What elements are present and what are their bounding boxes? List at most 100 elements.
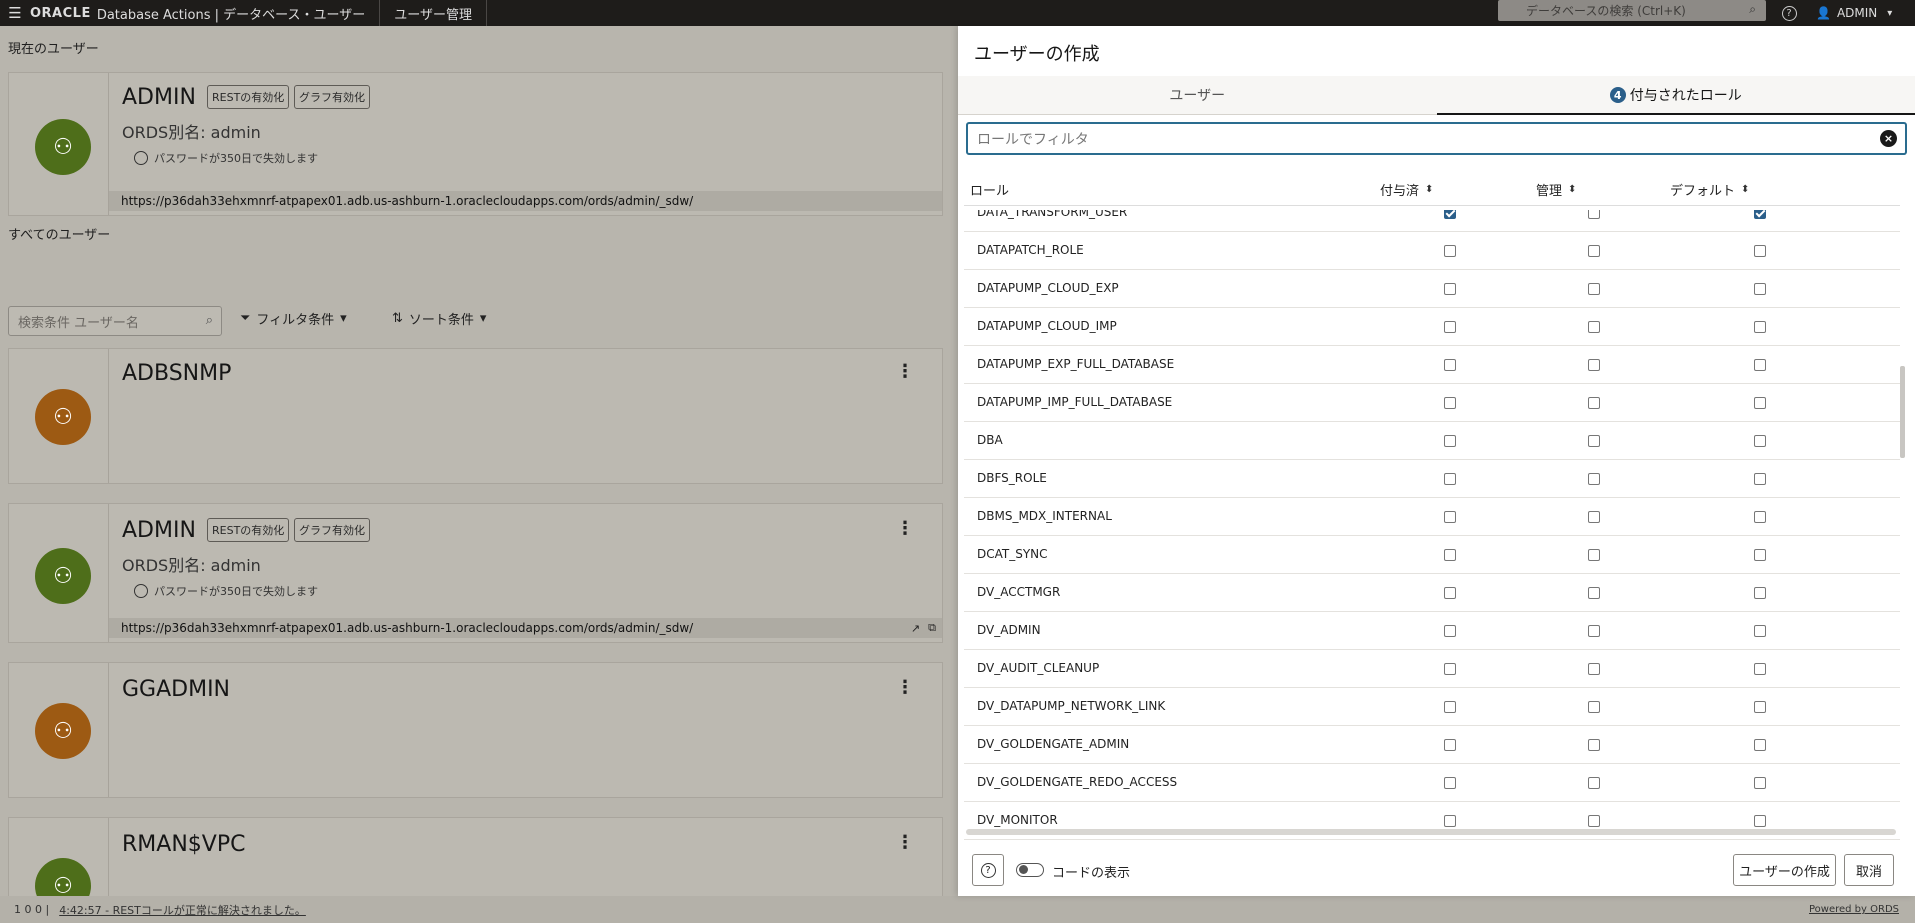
- default-checkbox[interactable]: [1754, 739, 1766, 751]
- admin-checkbox[interactable]: [1588, 397, 1600, 409]
- role-row: DV_DATAPUMP_NETWORK_LINK: [964, 688, 1900, 726]
- default-checkbox[interactable]: [1754, 777, 1766, 789]
- default-checkbox[interactable]: [1754, 435, 1766, 447]
- admin-checkbox[interactable]: [1588, 321, 1600, 333]
- granted-checkbox[interactable]: [1444, 435, 1456, 447]
- drawer-tabs: ユーザー 4 付与されたロール: [958, 76, 1915, 115]
- granted-checkbox[interactable]: [1444, 739, 1456, 751]
- horizontal-scrollbar[interactable]: [966, 829, 1896, 835]
- default-checkbox[interactable]: [1754, 321, 1766, 333]
- admin-checkbox[interactable]: [1588, 359, 1600, 371]
- global-search-input[interactable]: データベースの検索 (Ctrl+K) ⌕: [1498, 0, 1766, 21]
- granted-checkbox[interactable]: [1444, 815, 1456, 827]
- default-checkbox[interactable]: [1754, 210, 1766, 219]
- status-counts[interactable]: 1 0 0 |: [14, 903, 49, 916]
- admin-checkbox[interactable]: [1588, 663, 1600, 675]
- role-row: DBFS_ROLE: [964, 460, 1900, 498]
- brand[interactable]: ORACLE Database Actions | データベース・ユーザー: [30, 0, 365, 26]
- granted-checkbox[interactable]: [1444, 701, 1456, 713]
- admin-checkbox[interactable]: [1588, 511, 1600, 523]
- granted-checkbox[interactable]: [1444, 283, 1456, 295]
- rest-enabled-badge: RESTの有効化: [207, 85, 290, 109]
- admin-checkbox[interactable]: [1588, 283, 1600, 295]
- open-link-icon[interactable]: ↗: [911, 622, 920, 635]
- default-checkbox[interactable]: [1754, 701, 1766, 713]
- admin-checkbox[interactable]: [1588, 473, 1600, 485]
- granted-checkbox[interactable]: [1444, 245, 1456, 257]
- admin-checkbox[interactable]: [1588, 739, 1600, 751]
- graph-enabled-badge: グラフ有効化: [294, 518, 370, 542]
- default-checkbox[interactable]: [1754, 815, 1766, 827]
- powered-by-ords[interactable]: Powered by ORDS: [1809, 904, 1899, 915]
- copy-icon[interactable]: ⧉: [928, 621, 936, 635]
- help-button[interactable]: ?: [1778, 0, 1800, 26]
- vertical-scrollbar[interactable]: [1900, 366, 1905, 458]
- user-name: RMAN$VPC: [122, 832, 246, 857]
- default-checkbox[interactable]: [1754, 397, 1766, 409]
- column-role[interactable]: ロール: [970, 180, 1009, 199]
- admin-checkbox[interactable]: [1588, 210, 1600, 219]
- granted-checkbox[interactable]: [1444, 625, 1456, 637]
- tab-user[interactable]: ユーザー: [958, 76, 1437, 114]
- granted-checkbox[interactable]: [1444, 511, 1456, 523]
- page-tab-user-management[interactable]: ユーザー管理: [394, 4, 472, 23]
- granted-checkbox[interactable]: [1444, 663, 1456, 675]
- user-avatar-icon: ⚇: [35, 119, 91, 175]
- user-card[interactable]: ⚇ ADBSNMP ⋮: [8, 348, 943, 484]
- granted-checkbox[interactable]: [1444, 210, 1456, 219]
- default-checkbox[interactable]: [1754, 283, 1766, 295]
- admin-checkbox[interactable]: [1588, 701, 1600, 713]
- admin-checkbox[interactable]: [1588, 245, 1600, 257]
- more-actions-icon[interactable]: ⋮: [896, 518, 914, 539]
- role-row: DV_GOLDENGATE_REDO_ACCESS: [964, 764, 1900, 802]
- column-admin[interactable]: 管理 ⬍: [1536, 180, 1576, 199]
- sort-button[interactable]: ⇅ ソート条件 ▾: [392, 309, 486, 328]
- granted-checkbox[interactable]: [1444, 549, 1456, 561]
- role-row: DV_AUDIT_CLEANUP: [964, 650, 1900, 688]
- user-search-input[interactable]: 検索条件 ユーザー名 ⌕: [8, 306, 222, 336]
- show-code-toggle[interactable]: [1016, 863, 1044, 877]
- default-checkbox[interactable]: [1754, 663, 1766, 675]
- more-actions-icon[interactable]: ⋮: [896, 677, 914, 698]
- tab-granted-roles[interactable]: 4 付与されたロール: [1436, 76, 1915, 115]
- default-checkbox[interactable]: [1754, 511, 1766, 523]
- user-menu[interactable]: 👤 ADMIN ▾: [1816, 0, 1892, 26]
- default-checkbox[interactable]: [1754, 625, 1766, 637]
- user-card[interactable]: ⚇ RMAN$VPC ⋮: [8, 817, 943, 914]
- default-checkbox[interactable]: [1754, 587, 1766, 599]
- sort-label: ソート条件: [408, 313, 474, 328]
- column-default[interactable]: デフォルト ⬍: [1670, 180, 1749, 199]
- granted-checkbox[interactable]: [1444, 587, 1456, 599]
- granted-checkbox[interactable]: [1444, 359, 1456, 371]
- clear-icon[interactable]: ×: [1880, 130, 1897, 147]
- more-actions-icon[interactable]: ⋮: [896, 361, 914, 382]
- admin-checkbox[interactable]: [1588, 587, 1600, 599]
- role-row: DV_GOLDENGATE_ADMIN: [964, 726, 1900, 764]
- admin-checkbox[interactable]: [1588, 625, 1600, 637]
- admin-checkbox[interactable]: [1588, 549, 1600, 561]
- granted-checkbox[interactable]: [1444, 777, 1456, 789]
- default-checkbox[interactable]: [1754, 245, 1766, 257]
- role-filter-input[interactable]: ロールでフィルタ ×: [966, 122, 1907, 155]
- granted-checkbox[interactable]: [1444, 397, 1456, 409]
- help-button[interactable]: ?: [972, 854, 1004, 886]
- filter-button[interactable]: ⏷ フィルタ条件 ▾: [240, 309, 347, 328]
- create-user-button[interactable]: ユーザーの作成: [1733, 854, 1836, 886]
- role-name: DV_GOLDENGATE_REDO_ACCESS: [977, 775, 1178, 789]
- admin-checkbox[interactable]: [1588, 435, 1600, 447]
- default-checkbox[interactable]: [1754, 549, 1766, 561]
- default-checkbox[interactable]: [1754, 473, 1766, 485]
- granted-checkbox[interactable]: [1444, 321, 1456, 333]
- more-actions-icon[interactable]: ⋮: [896, 832, 914, 853]
- status-message[interactable]: 4:42:57 - RESTコールが正常に解決されました。: [59, 902, 306, 918]
- user-card[interactable]: ⚇ GGADMIN ⋮: [8, 662, 943, 798]
- hamburger-menu-icon[interactable]: ☰: [0, 0, 30, 26]
- admin-checkbox[interactable]: [1588, 777, 1600, 789]
- user-card[interactable]: ⚇ ADMIN RESTの有効化 グラフ有効化 ORDS別名: admin パス…: [8, 503, 943, 643]
- cancel-button[interactable]: 取消: [1844, 854, 1894, 886]
- admin-checkbox[interactable]: [1588, 815, 1600, 827]
- default-checkbox[interactable]: [1754, 359, 1766, 371]
- column-granted[interactable]: 付与済 ⬍: [1380, 180, 1433, 199]
- locked-user-avatar-icon: ⚇: [35, 389, 91, 445]
- granted-checkbox[interactable]: [1444, 473, 1456, 485]
